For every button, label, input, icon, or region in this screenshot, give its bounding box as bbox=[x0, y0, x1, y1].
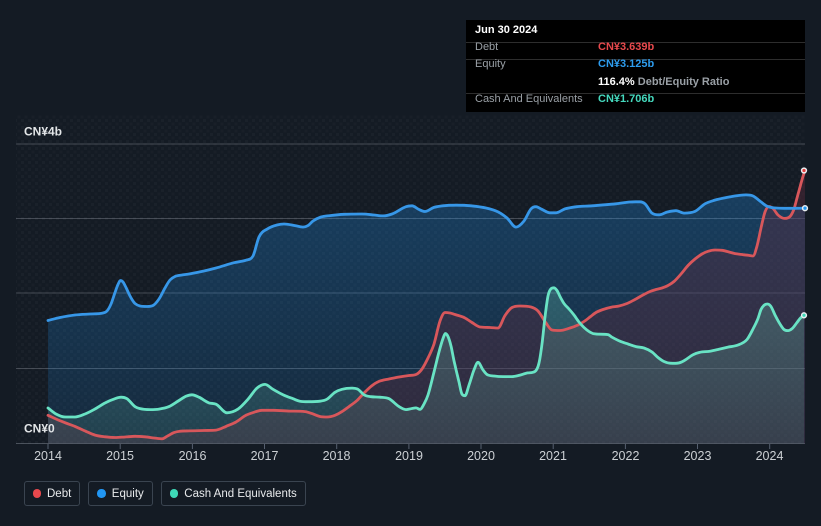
svg-text:2021: 2021 bbox=[539, 449, 567, 463]
svg-text:2017: 2017 bbox=[251, 449, 279, 463]
svg-text:2022: 2022 bbox=[612, 449, 640, 463]
svg-text:2019: 2019 bbox=[395, 449, 423, 463]
svg-text:2018: 2018 bbox=[323, 449, 351, 463]
svg-text:2016: 2016 bbox=[179, 449, 207, 463]
svg-text:2014: 2014 bbox=[34, 449, 62, 463]
svg-text:2023: 2023 bbox=[684, 449, 712, 463]
svg-text:2015: 2015 bbox=[106, 449, 134, 463]
svg-text:2020: 2020 bbox=[467, 449, 495, 463]
svg-text:CN¥0: CN¥0 bbox=[24, 422, 55, 436]
svg-text:CN¥4b: CN¥4b bbox=[24, 125, 62, 139]
svg-text:2024: 2024 bbox=[756, 449, 784, 463]
